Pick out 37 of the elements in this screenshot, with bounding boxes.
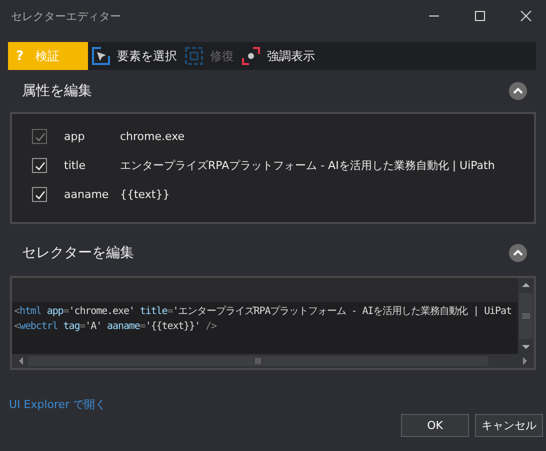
section-title: 属性を編集 [22,82,92,100]
window-title: セレクターエディター [11,8,121,24]
close-icon[interactable] [520,10,532,22]
grip-icon [522,313,530,319]
pick-button[interactable]: 要素を選択 [88,42,181,70]
attribute-name: aaname [64,188,110,201]
scroll-down-icon[interactable] [521,343,531,351]
question-icon: ? [16,48,24,64]
grip-icon [255,358,261,364]
vertical-scrollbar[interactable] [518,278,534,354]
attribute-name: title [64,159,87,172]
checkbox[interactable] [32,158,47,173]
code-line: <webctrl tag='A' aaname='{{text}}' /> [14,320,218,334]
square-target-icon [185,47,203,65]
ok-button[interactable]: OK [401,414,469,437]
highlight-button[interactable]: 強調表示 [238,42,319,70]
attribute-value: エンタープライズRPAプラットフォーム - AIを活用した業務自動化 | UiPath [120,158,495,173]
scroll-right-icon[interactable] [522,357,528,365]
scroll-up-icon[interactable] [521,281,531,289]
cancel-button[interactable]: キャンセル [475,414,543,437]
cursor-icon [92,47,110,65]
horizontal-scrollbar[interactable] [12,354,534,368]
highlight-icon [242,47,260,65]
attribute-name: app [64,130,86,143]
attribute-value: chrome.exe [120,130,185,143]
attribute-value: {{text}} [120,188,170,201]
collapse-icon[interactable] [509,244,527,262]
collapse-icon[interactable] [509,82,527,100]
code-line: <html app='chrome.exe' title='エンタープライズRPAプラットフォーム - AIを活用した業務自動化 | UiPat [14,304,512,319]
selector-editor[interactable]: <html app='chrome.exe' title='エンタープライズRPAプラットフォーム - AIを活用した業務自動化 | UiPat <webctrl tag='A' aaname='{{text}}' /> [10,276,536,370]
scroll-left-icon[interactable] [18,357,24,365]
maximize-icon[interactable] [474,10,486,22]
checkbox[interactable] [32,187,47,202]
open-link[interactable]: UI Explorer で開く [9,397,543,412]
section-title: セレクターを編集 [22,244,134,262]
scroll-thumb[interactable] [519,293,533,339]
scroll-thumb[interactable] [28,356,488,366]
